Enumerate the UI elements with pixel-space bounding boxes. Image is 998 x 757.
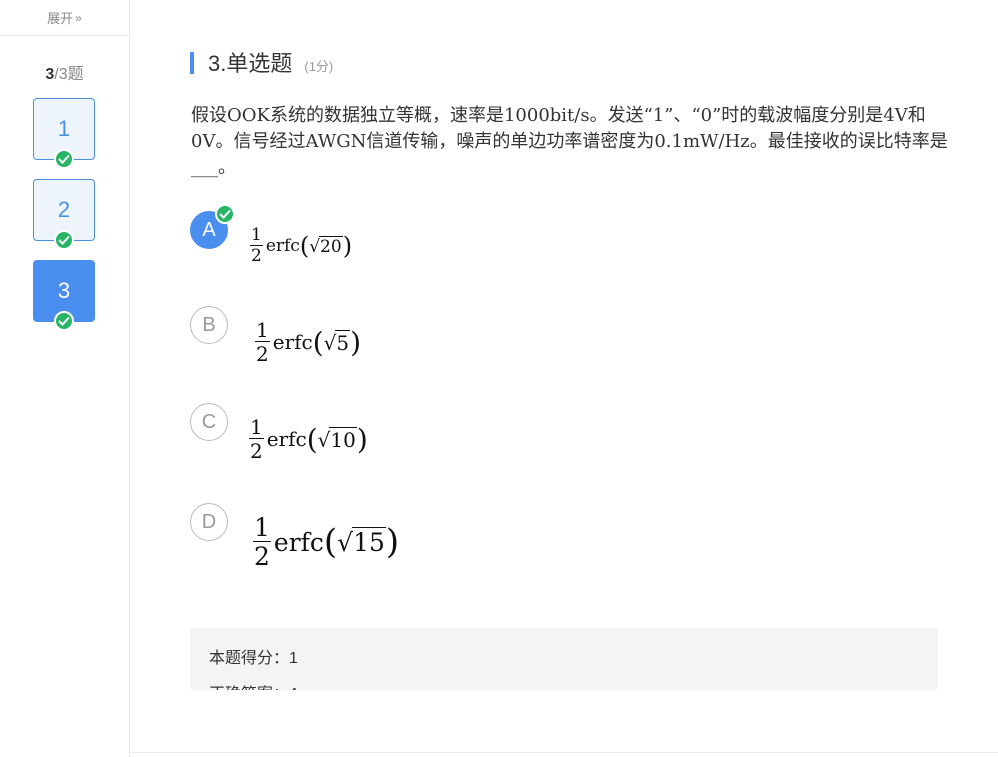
question-progress: 3/3题 <box>0 60 129 84</box>
question-header: 3.单选题 (1分) <box>190 46 333 78</box>
question-nav-number: 2 <box>57 197 71 222</box>
formula-sqrt: √ 15 <box>337 527 386 557</box>
fraction-denominator: 2 <box>254 542 270 571</box>
result-panel: 本题得分：1 正确答案：A <box>190 628 938 690</box>
fraction-numerator: 1 <box>253 513 271 542</box>
option-d[interactable]: D 1 2 erfc ( √ 15 ) <box>190 503 399 569</box>
check-circle-icon <box>54 230 74 250</box>
question-nav-number: 1 <box>57 116 71 141</box>
expand-button[interactable]: 展开 » <box>0 0 129 36</box>
result-score: 本题得分：1 <box>209 650 298 667</box>
check-circle-icon <box>215 204 235 224</box>
option-letter-text: B <box>202 313 216 336</box>
fraction-numerator: 1 <box>250 225 263 246</box>
option-letter[interactable]: A <box>190 204 235 249</box>
fraction-numerator: 1 <box>249 415 264 439</box>
formula-function: erfc <box>272 330 313 354</box>
double-chevron-right-icon: » <box>75 10 82 25</box>
question-nav-item-3[interactable]: 3 <box>33 260 95 331</box>
formula-function: erfc <box>273 527 324 557</box>
option-letter[interactable]: B <box>190 306 228 344</box>
formula-paren-close: ) <box>342 232 353 260</box>
option-formula: 1 2 erfc ( √ 10 ) <box>249 417 368 461</box>
expand-label: 展开 <box>47 11 74 26</box>
correct-answer: 正确答案：A <box>209 680 300 690</box>
formula-sqrt: √ 5 <box>324 329 351 355</box>
option-formula: 1 2 erfc ( √ 20 ) <box>250 227 352 265</box>
formula-fraction: 1 2 <box>250 227 263 265</box>
question-stem: 假设OOK系统的数据独立等概，速率是1000bit/s。发送“1”、“0”时的载… <box>191 105 948 178</box>
check-circle-icon <box>54 149 74 169</box>
question-nav-sidebar: 展开 » 3/3题 1 2 3 <box>0 0 130 757</box>
formula-sqrt: √ 20 <box>309 235 343 257</box>
progress-total: /3题 <box>54 66 84 83</box>
question-nav-item-2[interactable]: 2 <box>33 179 95 250</box>
sqrt-radicand: 20 <box>319 235 343 257</box>
question-nav-number: 3 <box>57 278 71 303</box>
option-letter-text: D <box>201 510 217 533</box>
fraction-numerator: 1 <box>255 318 270 342</box>
formula-paren-open: ( <box>323 522 338 562</box>
formula-paren-close: ) <box>350 325 362 359</box>
question-panel: 3.单选题 (1分) 假设OOK系统的数据独立等概，速率是1000bit/s。发… <box>130 0 998 757</box>
fraction-denominator: 2 <box>251 246 262 266</box>
formula-function: erfc <box>266 427 307 451</box>
option-formula: 1 2 erfc ( √ 5 ) <box>255 320 361 364</box>
formula-paren-open: ( <box>306 422 318 456</box>
formula-sqrt: √ 10 <box>318 426 357 452</box>
option-b[interactable]: B 1 2 erfc ( √ 5 ) <box>190 306 361 364</box>
option-letter[interactable]: D <box>190 503 228 541</box>
sqrt-radicand: 5 <box>335 329 351 355</box>
option-letter[interactable]: C <box>190 403 228 441</box>
sqrt-radicand: 15 <box>352 527 386 557</box>
formula-fraction: 1 2 <box>249 417 264 461</box>
divider <box>130 752 998 753</box>
fraction-denominator: 2 <box>256 342 269 366</box>
fraction-denominator: 2 <box>250 439 263 463</box>
option-c[interactable]: C 1 2 erfc ( √ 10 ) <box>190 403 368 461</box>
formula-function: erfc <box>265 236 300 256</box>
formula-paren-open: ( <box>299 232 310 260</box>
formula-paren-open: ( <box>312 325 324 359</box>
check-circle-icon <box>54 311 74 331</box>
formula-fraction: 1 2 <box>253 515 271 569</box>
option-a[interactable]: A 1 2 erfc ( √ 20 ) <box>190 204 352 265</box>
option-letter-text: C <box>201 410 217 433</box>
question-title: 3.单选题 <box>208 51 293 76</box>
option-formula: 1 2 erfc ( √ 15 ) <box>253 515 399 569</box>
formula-fraction: 1 2 <box>255 320 270 364</box>
sqrt-radicand: 10 <box>329 426 357 452</box>
option-letter-text: A <box>202 218 216 241</box>
sqrt-icon: √ <box>337 528 354 557</box>
progress-current: 3 <box>45 66 55 83</box>
formula-paren-close: ) <box>385 522 400 562</box>
question-nav-item-1[interactable]: 1 <box>33 98 95 169</box>
question-score: (1分) <box>304 59 334 74</box>
formula-paren-close: ) <box>356 422 368 456</box>
title-accent-bar <box>190 52 194 74</box>
